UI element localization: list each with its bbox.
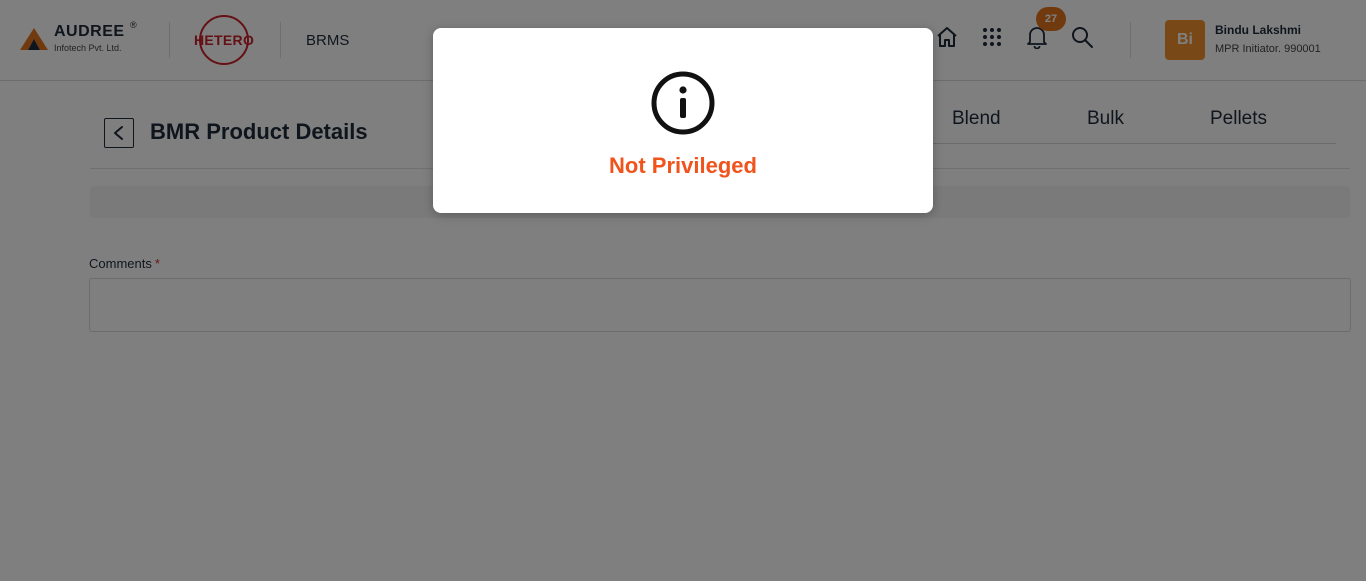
not-privileged-dialog: Not Privileged <box>433 28 933 213</box>
info-icon <box>651 71 715 135</box>
dialog-message: Not Privileged <box>609 153 757 178</box>
